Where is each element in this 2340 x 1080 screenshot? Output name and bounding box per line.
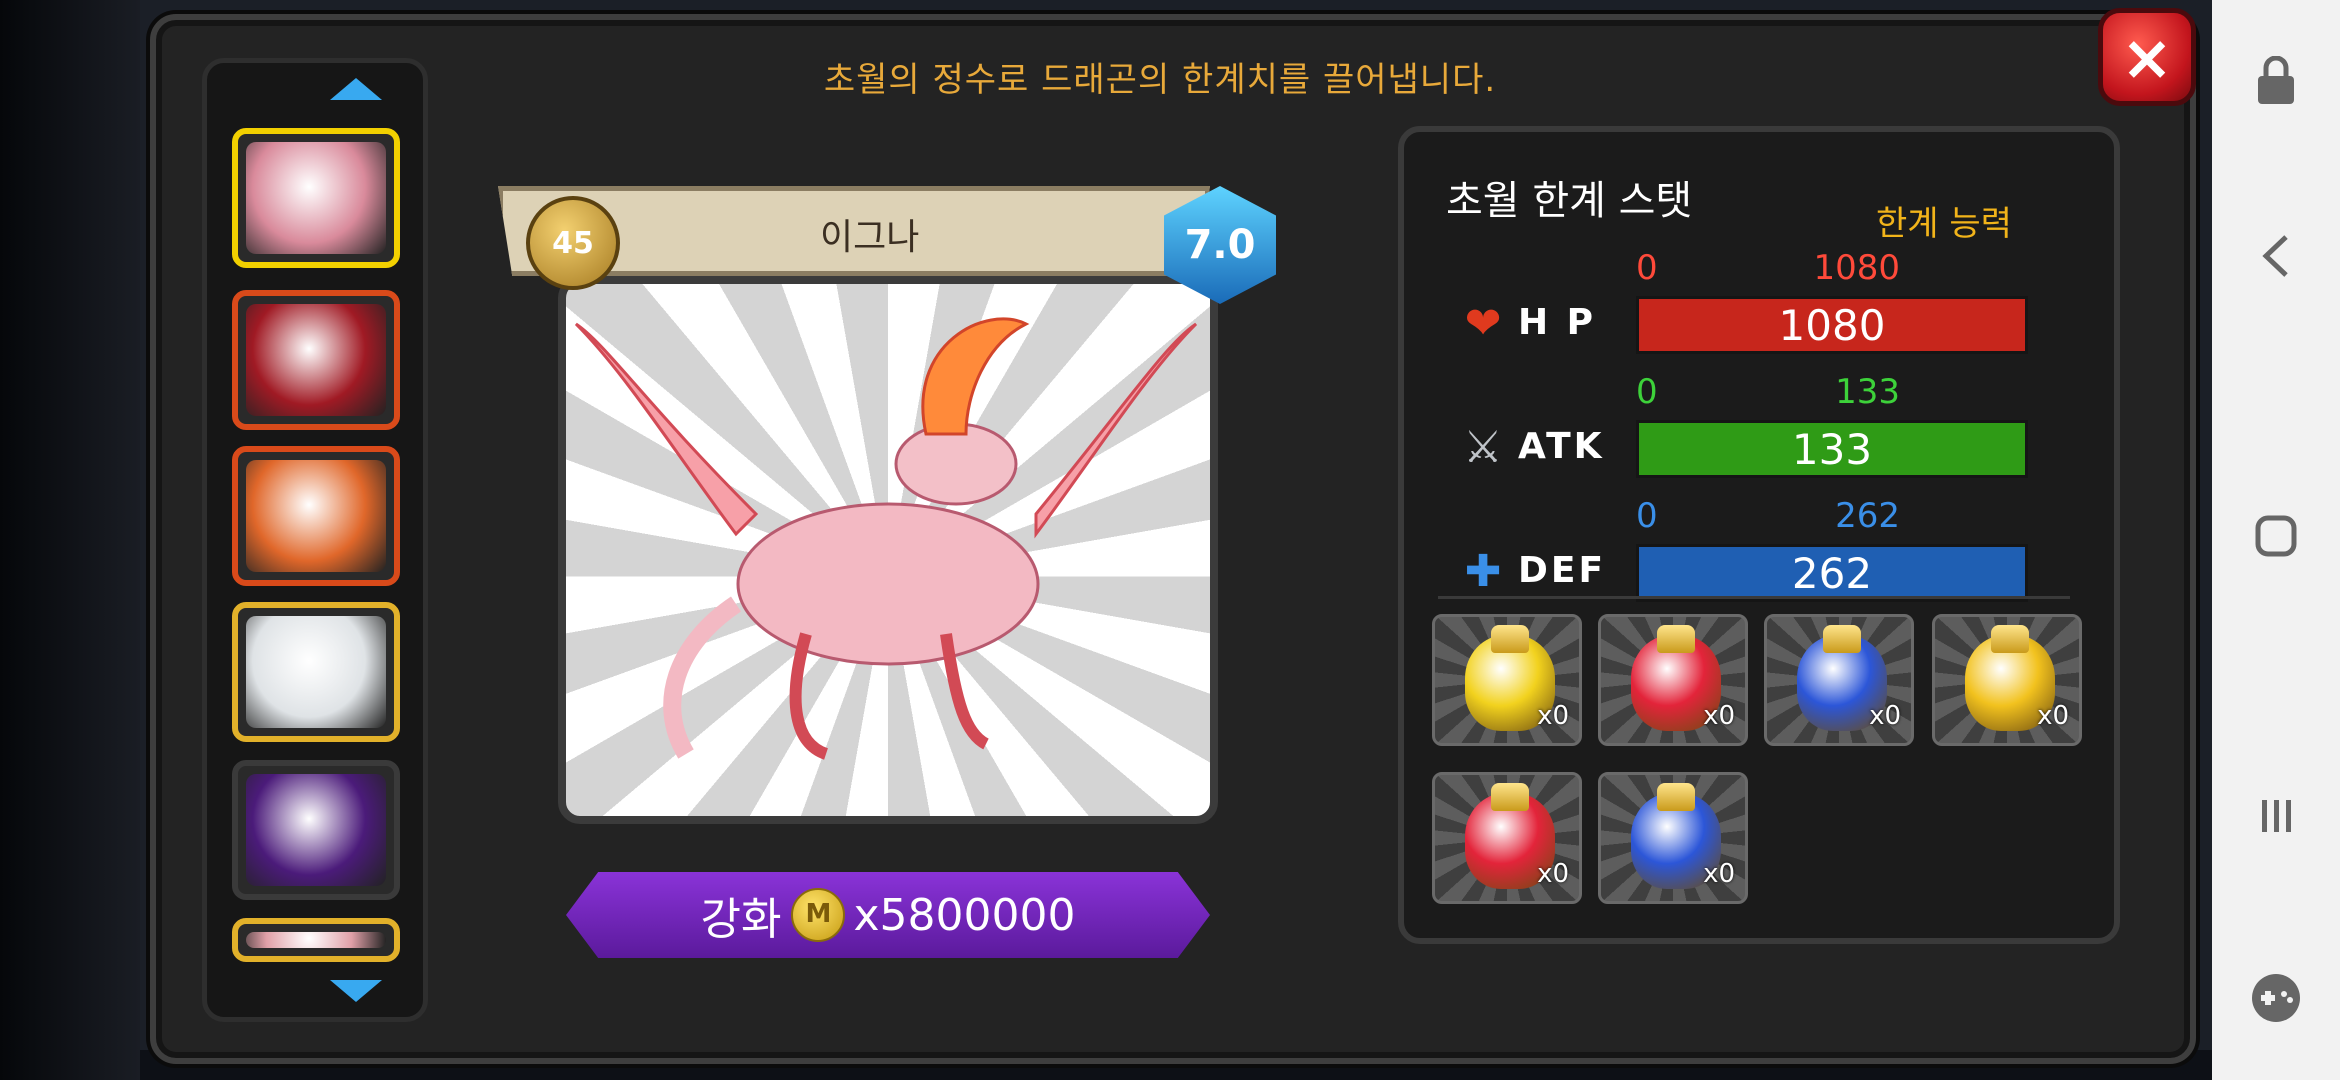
potion-item-slot[interactable]: x0 xyxy=(1598,614,1748,746)
roster-dragon-slot[interactable] xyxy=(232,918,400,962)
lock-icon[interactable] xyxy=(2246,52,2306,112)
potion-cap xyxy=(1823,625,1861,653)
back-icon[interactable] xyxy=(2246,226,2306,286)
stat-bar-value: 1080 xyxy=(1778,300,1886,350)
stats-subtitle: 한계 능력 xyxy=(1876,204,2012,244)
crossed-swords-icon: ⚔ xyxy=(1463,421,1503,473)
background-left xyxy=(0,0,140,1080)
roster-dragon-slot[interactable] xyxy=(232,128,400,268)
close-icon: × xyxy=(2098,8,2196,106)
dragon-name: 이그나 xyxy=(820,217,920,258)
roster-dragon-slot[interactable] xyxy=(232,760,400,900)
stat-bar: 1080 xyxy=(1636,296,2028,354)
dragon-grade-badge: 7.0 xyxy=(1164,186,1276,304)
stat-max-value: 1080 xyxy=(1813,248,1900,288)
stat-bar: 133 xyxy=(1636,420,2028,478)
dragon-thumbnail xyxy=(246,304,386,416)
dragon-thumbnail xyxy=(246,774,386,886)
dragon-portrait-card xyxy=(558,276,1218,824)
potion-item-slot[interactable]: x0 xyxy=(1932,614,2082,746)
roster-dragon-slot[interactable] xyxy=(232,290,400,430)
dragon-thumbnail xyxy=(246,460,386,572)
item-quantity: x0 xyxy=(1869,701,1901,731)
item-quantity: x0 xyxy=(1703,859,1735,889)
game-screen: 초월의 정수로 드래곤의 한계치를 끌어냅니다. × 이그나 45 7.0 강화… xyxy=(0,0,2212,1080)
potion-item-slot[interactable]: x0 xyxy=(1764,614,1914,746)
stat-bar-value: 133 xyxy=(1791,424,1873,474)
potion-item-slot[interactable]: x0 xyxy=(1432,614,1582,746)
dragon-thumbnail xyxy=(246,616,386,728)
dragon-thumbnail xyxy=(246,932,386,948)
potion-item-slot[interactable]: x0 xyxy=(1598,772,1748,904)
stat-min-value: 0 xyxy=(1636,248,1658,288)
dragon-illustration xyxy=(574,317,1198,760)
stats-divider xyxy=(1438,596,2070,599)
heart-icon: ❤ xyxy=(1464,297,1502,349)
dragon-level-badge: 45 xyxy=(526,196,620,290)
stat-label: H P xyxy=(1518,302,1597,343)
dragon-thumbnail xyxy=(246,142,386,254)
stat-bar: 262 xyxy=(1636,544,2028,602)
close-button[interactable]: × xyxy=(2098,8,2202,106)
potion-cap xyxy=(1657,625,1695,653)
stat-min-value: 0 xyxy=(1636,372,1658,412)
home-icon[interactable] xyxy=(2246,506,2306,566)
recents-icon[interactable] xyxy=(2246,786,2306,846)
roster-dragon-slot[interactable] xyxy=(232,446,400,586)
potion-cap xyxy=(1491,625,1529,653)
potion-cap xyxy=(1657,783,1695,811)
potion-cap xyxy=(1991,625,2029,653)
coin-icon: M xyxy=(791,888,846,942)
game-icon[interactable] xyxy=(2246,968,2306,1028)
item-quantity: x0 xyxy=(2037,701,2069,731)
stat-max-value: 133 xyxy=(1835,372,1900,412)
potion-cap xyxy=(1491,783,1529,811)
panel-headline: 초월의 정수로 드래곤의 한계치를 끌어냅니다. xyxy=(823,60,1497,100)
enhance-cost: x5800000 xyxy=(853,889,1076,941)
scroll-up-arrow-icon[interactable] xyxy=(330,78,382,100)
enhance-label: 강화 xyxy=(700,894,782,945)
shield-icon: ✚ xyxy=(1464,545,1502,597)
stat-label: DEF xyxy=(1518,550,1607,591)
scroll-down-arrow-icon[interactable] xyxy=(330,980,382,1002)
item-quantity: x0 xyxy=(1537,701,1569,731)
stats-title: 초월 한계 스탯 xyxy=(1446,178,1693,224)
stat-bar-value: 262 xyxy=(1791,548,1873,598)
item-quantity: x0 xyxy=(1537,859,1569,889)
potion-item-slot[interactable]: x0 xyxy=(1432,772,1582,904)
stat-label: ATK xyxy=(1518,426,1605,467)
grade-value: 7.0 xyxy=(1164,186,1276,304)
item-quantity: x0 xyxy=(1703,701,1735,731)
stat-min-value: 0 xyxy=(1636,496,1658,536)
stat-max-value: 262 xyxy=(1835,496,1900,536)
enhance-button[interactable]: 강화 M x5800000 xyxy=(566,872,1210,958)
roster-dragon-slot[interactable] xyxy=(232,602,400,742)
